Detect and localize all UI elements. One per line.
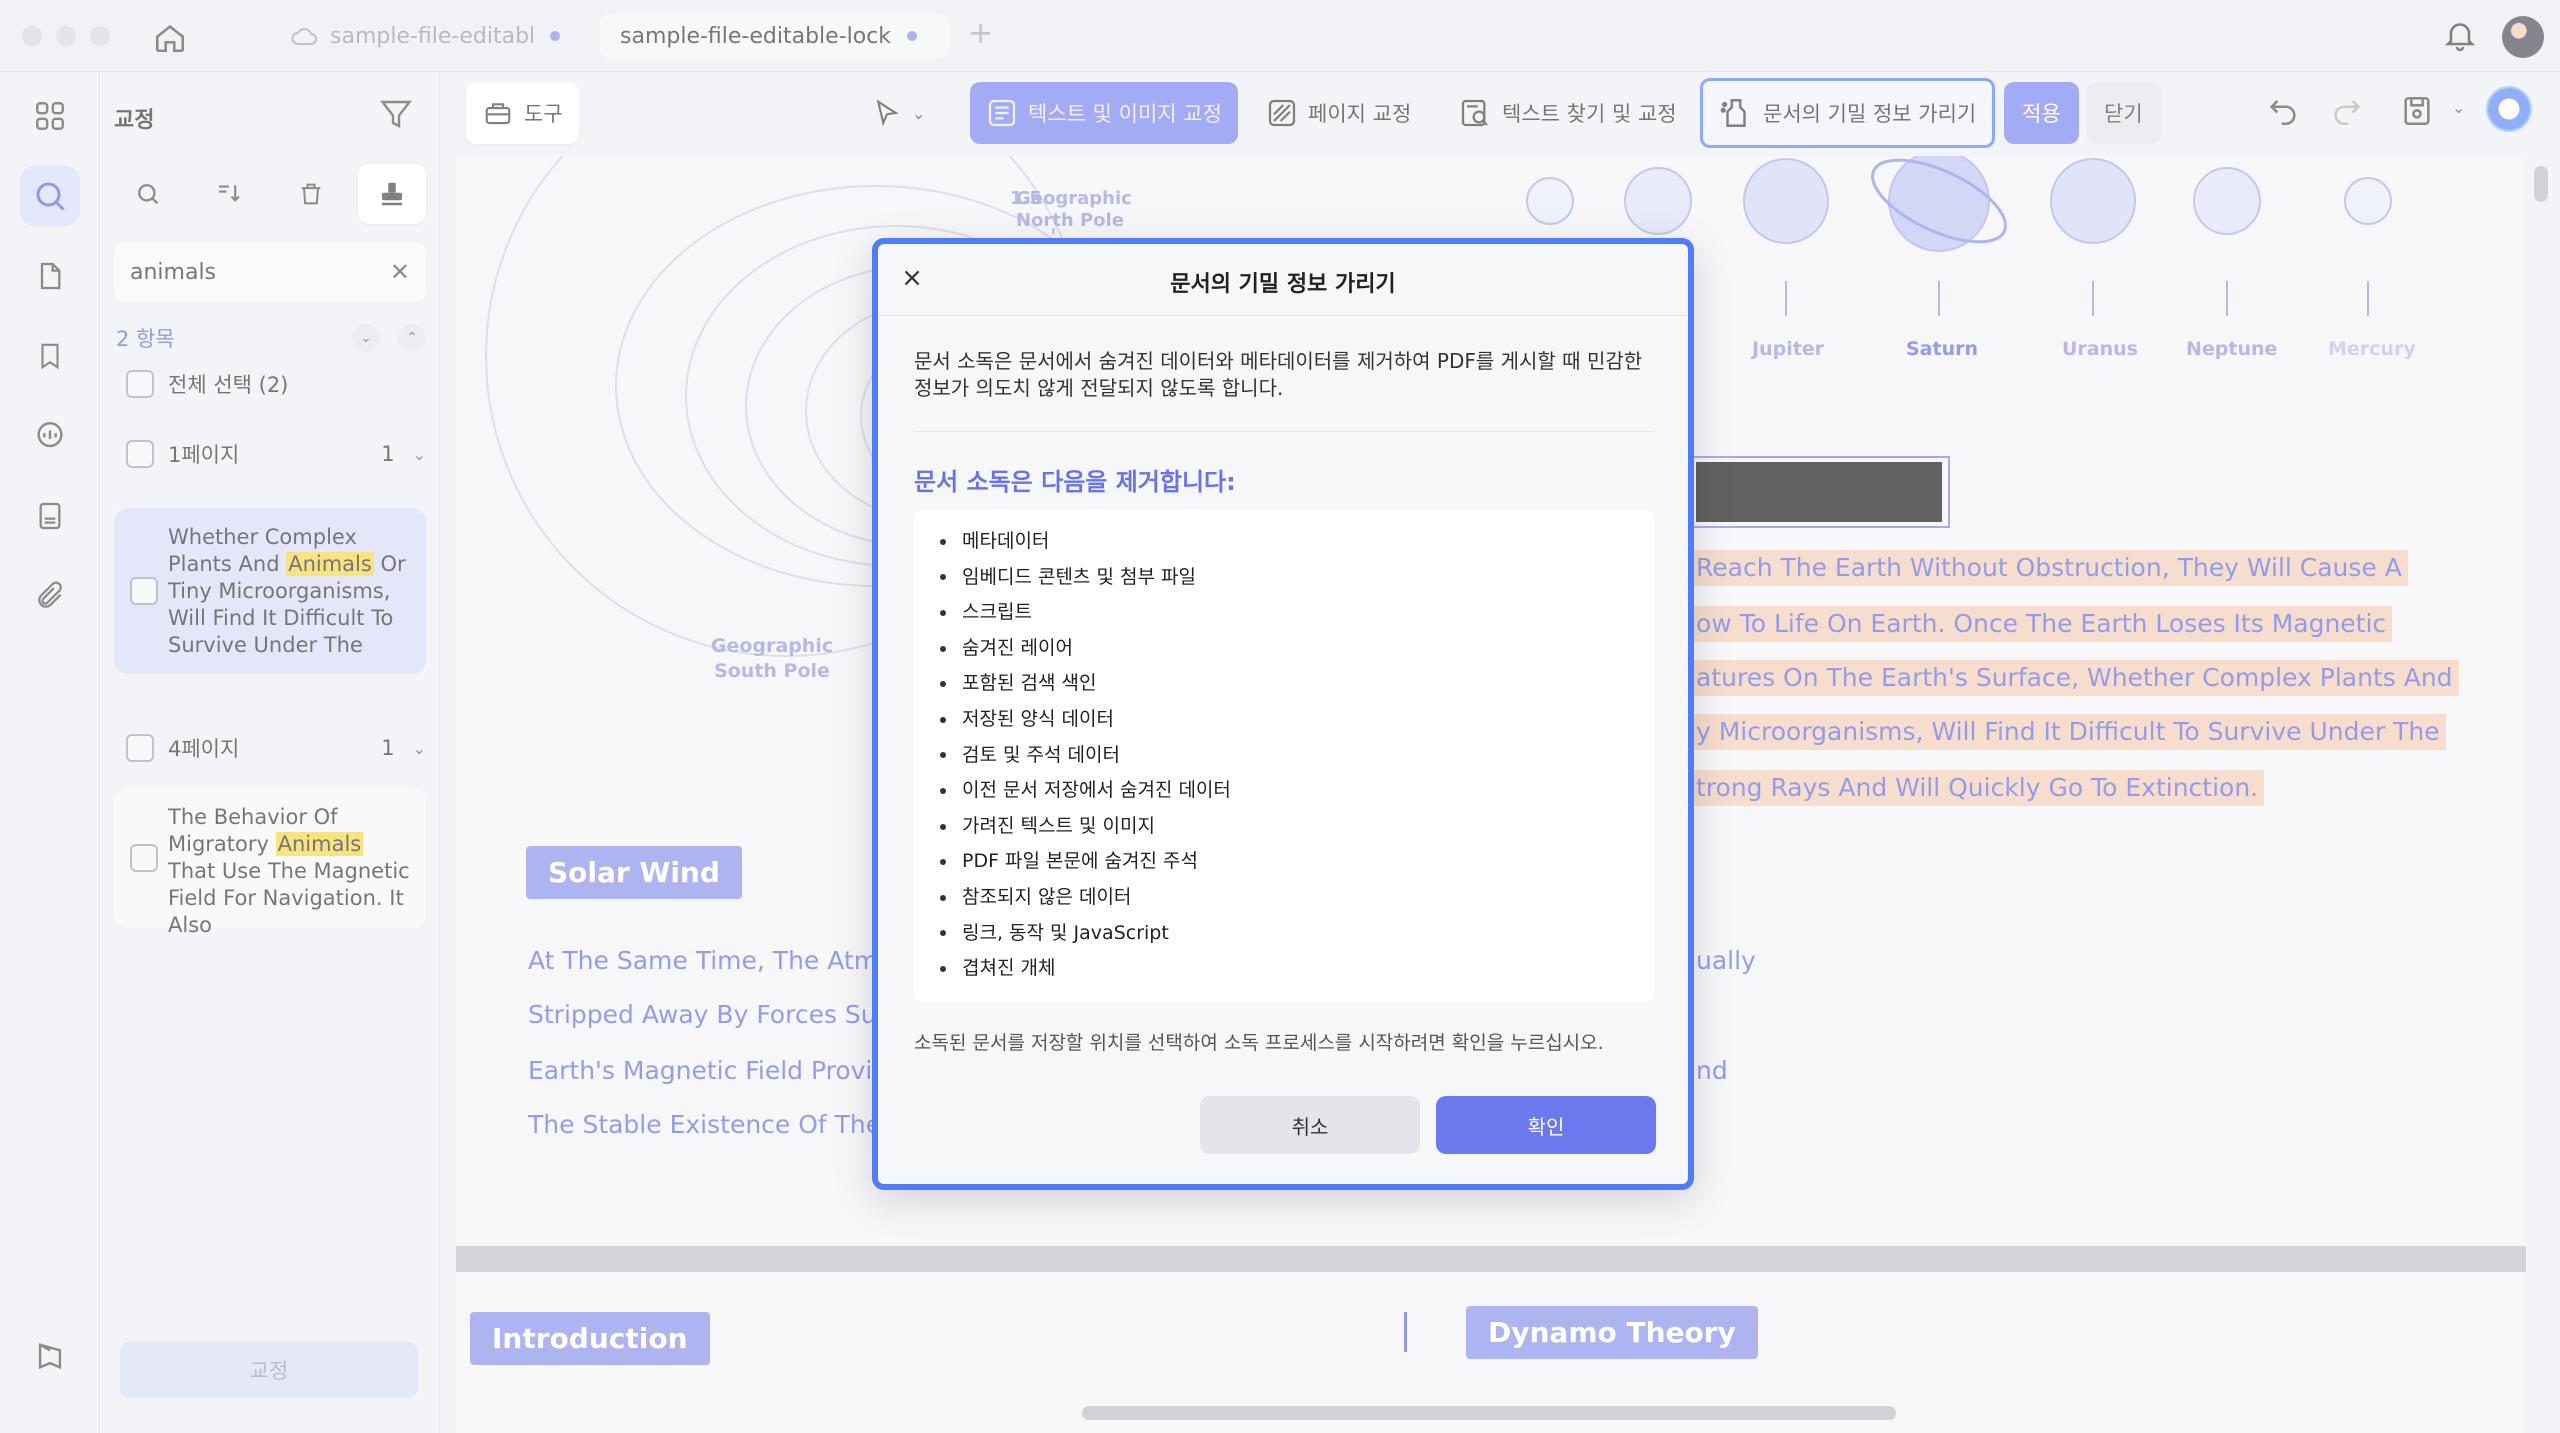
list-item: 링크, 동작 및 JavaScript	[940, 916, 1654, 952]
dialog-note: 소독된 문서를 저장할 위치를 선택하여 소독 프로세스를 시작하려면 확인을 …	[914, 1032, 1604, 1054]
list-item: 메타데이터	[940, 524, 1654, 560]
dialog-header: × 문서의 기밀 정보 가리기	[878, 244, 1688, 316]
list-item: 겹쳐진 개체	[940, 951, 1654, 987]
list-item: 가려진 텍스트 및 이미지	[940, 809, 1654, 845]
list-item: 참조되지 않은 데이터	[940, 880, 1654, 916]
dialog-description: 문서 소독은 문서에서 숨겨진 데이터와 메타데이터를 제거하여 PDF를 게시…	[914, 349, 1643, 400]
divider	[914, 431, 1654, 432]
dialog-title: 문서의 기밀 정보 가리기	[1170, 272, 1396, 297]
list-item: 이전 문서 저장에서 숨겨진 데이터	[940, 773, 1654, 809]
cancel-button[interactable]: 취소	[1200, 1096, 1420, 1154]
list-item: 저장된 양식 데이터	[940, 702, 1654, 738]
list-item: 임베디드 콘텐츠 및 첨부 파일	[940, 560, 1654, 596]
removed-items-list: 메타데이터 임베디드 콘텐츠 및 첨부 파일 스크립트 숨겨진 레이어 포함된 …	[914, 510, 1654, 1002]
dialog-subtitle: 문서 소독은 다음을 제거합니다:	[914, 468, 1236, 496]
sanitize-document-dialog: × 문서의 기밀 정보 가리기 문서 소독은 문서에서 숨겨진 데이터와 메타데…	[872, 238, 1694, 1190]
list-item: 숨겨진 레이어	[940, 631, 1654, 667]
list-item: 스크립트	[940, 595, 1654, 631]
list-item: 포함된 검색 색인	[940, 666, 1654, 702]
list-item: PDF 파일 본문에 숨겨진 주석	[940, 844, 1654, 880]
confirm-button[interactable]: 확인	[1436, 1096, 1656, 1154]
list-item: 검토 및 주석 데이터	[940, 738, 1654, 774]
